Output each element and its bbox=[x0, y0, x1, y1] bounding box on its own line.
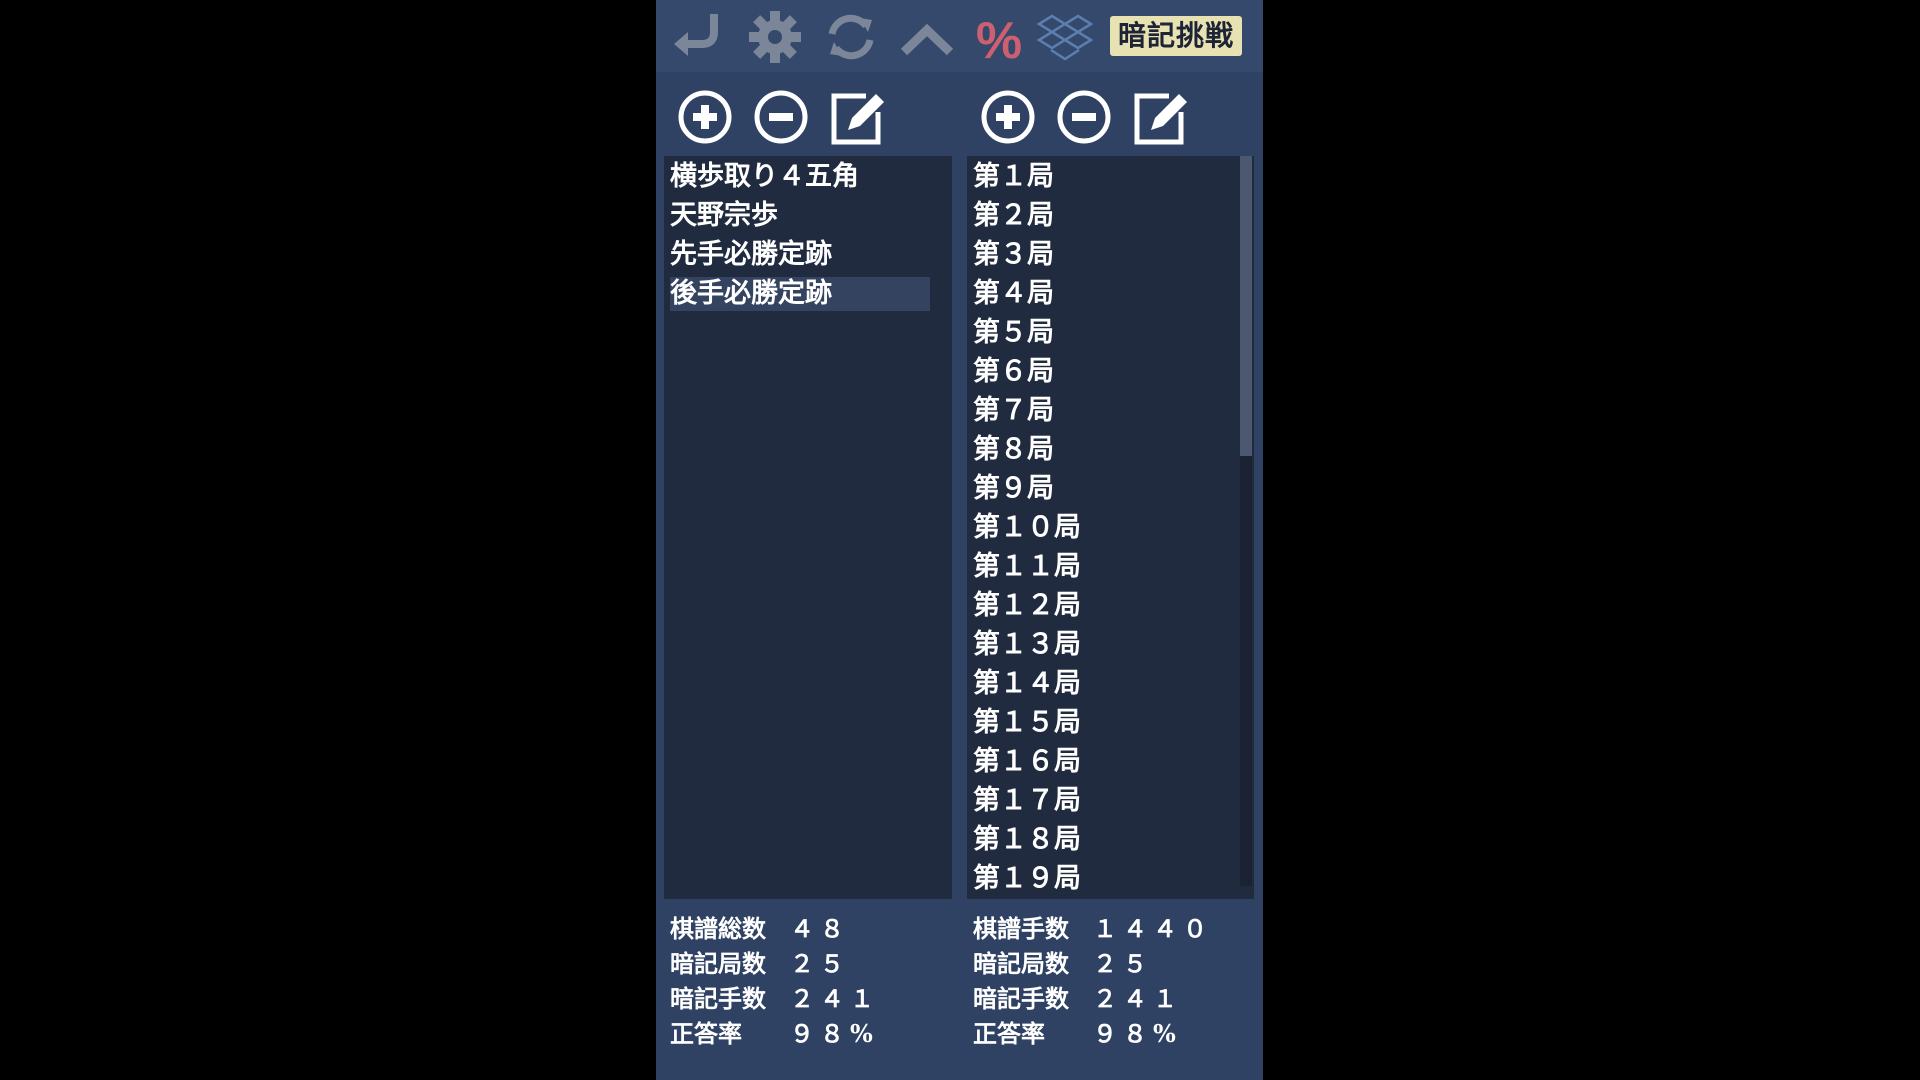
list-item[interactable]: 横歩取り４五角 bbox=[670, 160, 930, 194]
stat-label: 暗記手数 bbox=[973, 984, 1069, 1013]
collection-list[interactable]: 横歩取り４五角 天野宗歩 先手必勝定跡 後手必勝定跡 bbox=[664, 156, 952, 899]
list-item[interactable]: 第５局 bbox=[973, 316, 1054, 350]
stat-value: ４８ bbox=[790, 914, 850, 943]
undo-icon[interactable] bbox=[670, 10, 728, 64]
list-item[interactable]: 第１５局 bbox=[973, 706, 1081, 740]
list-item[interactable]: 第１９局 bbox=[973, 862, 1081, 896]
percent-icon[interactable]: % bbox=[970, 10, 1028, 70]
stat-label: 暗記局数 bbox=[670, 949, 766, 978]
stat-value: ９８% bbox=[790, 1019, 879, 1048]
stat-value: ２４１ bbox=[790, 984, 880, 1013]
list-item-selected[interactable]: 後手必勝定跡 bbox=[670, 277, 930, 311]
toolbar: % 暗記挑戦 bbox=[656, 0, 1263, 72]
list-item[interactable]: 第１２局 bbox=[973, 589, 1081, 623]
list-item[interactable]: 第１６局 bbox=[973, 745, 1081, 779]
list-item[interactable]: 第８局 bbox=[973, 433, 1054, 467]
list-item[interactable]: 第１３局 bbox=[973, 628, 1081, 662]
edit-icon[interactable] bbox=[826, 86, 888, 148]
list-item[interactable]: 第１７局 bbox=[973, 784, 1081, 818]
remove-icon[interactable] bbox=[1053, 86, 1115, 148]
list-item[interactable]: 第４局 bbox=[973, 277, 1054, 311]
stat-value: ９８% bbox=[1093, 1019, 1182, 1048]
dropbox-icon[interactable] bbox=[1036, 10, 1094, 64]
list-item[interactable]: 第６局 bbox=[973, 355, 1054, 389]
stat-value: ２５ bbox=[1093, 949, 1153, 978]
list-item[interactable]: 第１局 bbox=[973, 160, 1054, 194]
scrollbar-thumb[interactable] bbox=[1240, 156, 1252, 456]
list-item[interactable]: 第１０局 bbox=[973, 511, 1081, 545]
svg-text:%: % bbox=[976, 12, 1022, 64]
stat-label: 正答率 bbox=[670, 1019, 742, 1048]
stat-value: １４４０ bbox=[1093, 914, 1213, 943]
add-icon[interactable] bbox=[977, 86, 1039, 148]
list-item[interactable]: 先手必勝定跡 bbox=[670, 238, 930, 272]
list-item[interactable]: 第７局 bbox=[973, 394, 1054, 428]
list-item[interactable]: 天野宗歩 bbox=[670, 199, 930, 233]
app-window: % 暗記挑戦 横歩取り４五角 天野宗歩 先手必勝定跡 後手必勝定跡 第１局 第２… bbox=[656, 0, 1263, 1080]
memorize-challenge-button[interactable]: 暗記挑戦 bbox=[1110, 16, 1242, 56]
stat-label: 正答率 bbox=[973, 1019, 1045, 1048]
list-item[interactable]: 第１８局 bbox=[973, 823, 1081, 857]
stat-label: 棋譜手数 bbox=[973, 914, 1069, 943]
right-panel-tools bbox=[977, 86, 1187, 148]
list-item[interactable]: 第１１局 bbox=[973, 550, 1081, 584]
stat-label: 暗記局数 bbox=[973, 949, 1069, 978]
list-item[interactable]: 第１４局 bbox=[973, 667, 1081, 701]
stat-value: ２４１ bbox=[1093, 984, 1183, 1013]
refresh-icon[interactable] bbox=[822, 10, 880, 64]
chevron-up-icon[interactable] bbox=[898, 10, 956, 64]
stat-label: 棋譜総数 bbox=[670, 914, 766, 943]
remove-icon[interactable] bbox=[750, 86, 812, 148]
gear-icon[interactable] bbox=[746, 10, 804, 64]
scrollbar[interactable] bbox=[1240, 156, 1252, 886]
list-item[interactable]: 第３局 bbox=[973, 238, 1054, 272]
game-list[interactable]: 第１局 第２局 第３局 第４局 第５局 第６局 第７局 第８局 第９局 第１０局… bbox=[967, 156, 1254, 899]
stat-label: 暗記手数 bbox=[670, 984, 766, 1013]
list-item[interactable]: 第９局 bbox=[973, 472, 1054, 506]
edit-icon[interactable] bbox=[1129, 86, 1191, 148]
left-panel-tools bbox=[674, 86, 884, 148]
add-icon[interactable] bbox=[674, 86, 736, 148]
stat-value: ２５ bbox=[790, 949, 850, 978]
list-item[interactable]: 第２局 bbox=[973, 199, 1054, 233]
